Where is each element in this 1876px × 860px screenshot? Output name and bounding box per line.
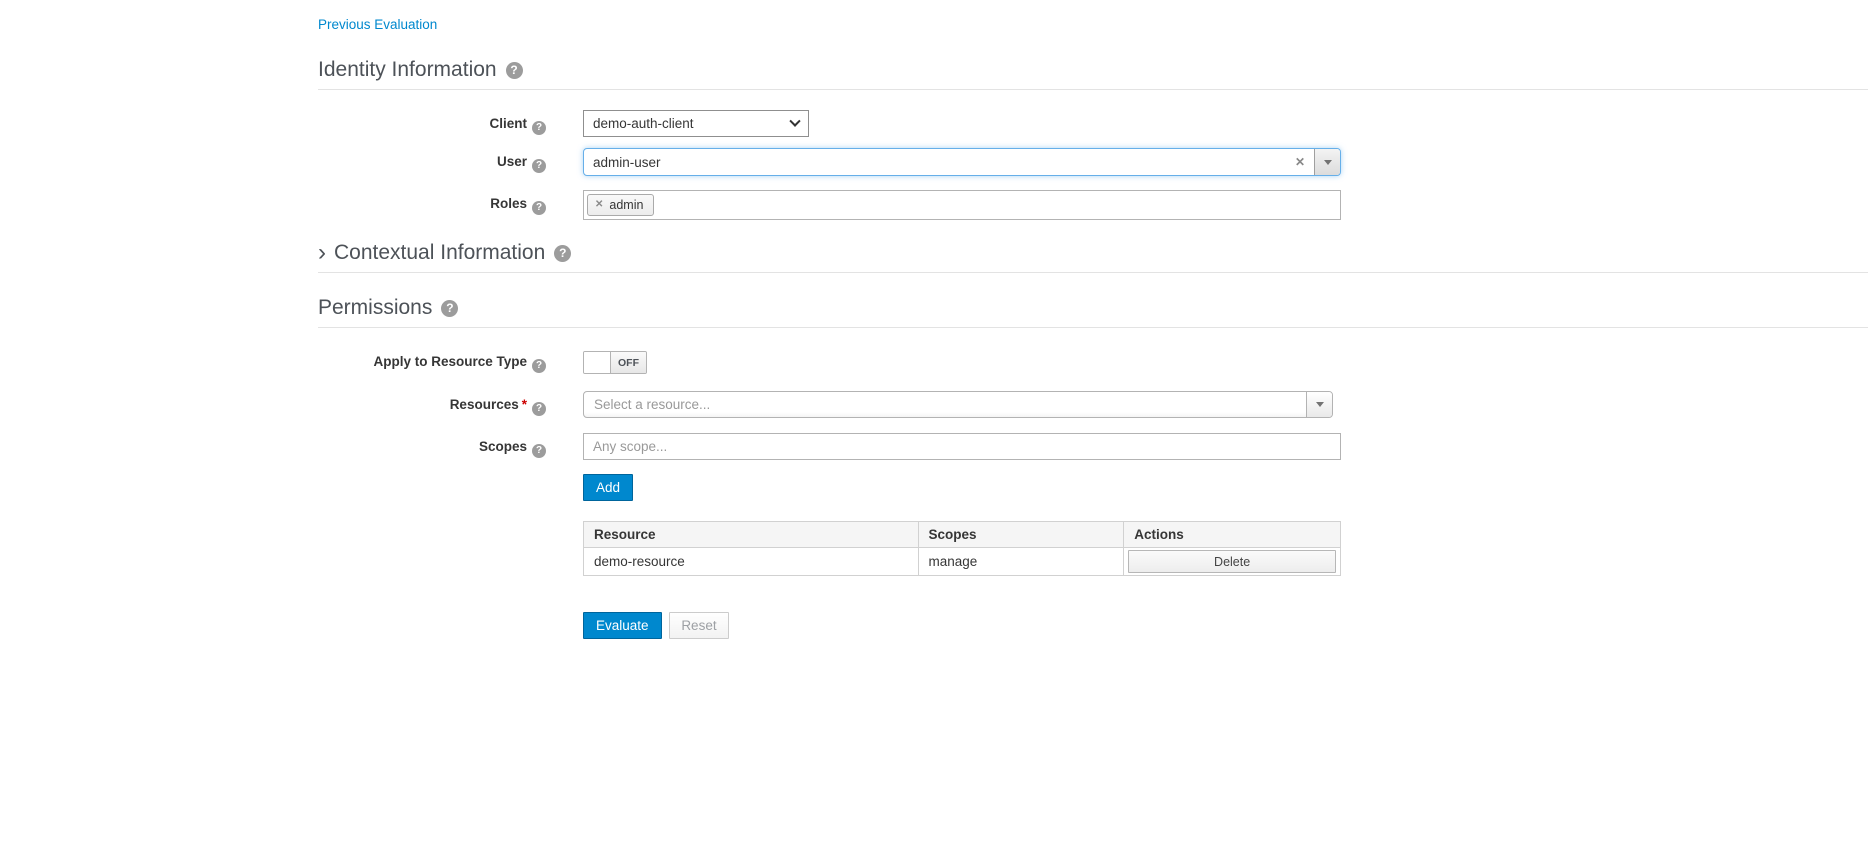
scopes-label: Scopes: [479, 439, 527, 454]
clear-icon[interactable]: ✕: [1295, 156, 1305, 168]
evaluate-button[interactable]: Evaluate: [583, 612, 662, 639]
chevron-down-icon: [789, 115, 800, 126]
user-label: User: [497, 154, 527, 169]
role-tag: ✕ admin: [587, 194, 654, 216]
table-row: demo-resource manage Delete: [584, 548, 1341, 576]
user-row: User? ✕: [318, 148, 1868, 176]
resources-label: Resources: [450, 397, 519, 412]
apply-to-resource-type-row: Apply to Resource Type? OFF: [318, 351, 1868, 374]
permissions-table: Resource Scopes Actions demo-resource ma…: [583, 521, 1341, 576]
client-select[interactable]: demo-auth-client: [583, 110, 809, 137]
section-divider: [318, 327, 1868, 328]
delete-button[interactable]: Delete: [1128, 550, 1336, 573]
remove-tag-icon[interactable]: ✕: [595, 200, 603, 210]
chevron-right-icon: ›: [318, 243, 326, 263]
help-icon[interactable]: ?: [532, 402, 546, 416]
user-search-input[interactable]: [584, 149, 1295, 175]
section-divider: [318, 272, 1868, 273]
roles-row: Roles? ✕ admin: [318, 190, 1868, 220]
footer-actions-row: Evaluate Reset: [318, 612, 1868, 639]
roles-label: Roles: [490, 196, 527, 211]
resources-placeholder: Select a resource...: [584, 392, 1306, 417]
resource-column-header: Resource: [584, 522, 919, 548]
required-marker: *: [522, 397, 527, 412]
client-control-cell: demo-auth-client: [583, 110, 809, 137]
roles-label-cell: Roles?: [318, 190, 546, 215]
chevron-down-icon: [1324, 160, 1332, 165]
apply-to-resource-type-control-cell: OFF: [583, 351, 647, 374]
policy-evaluate-page: Previous Evaluation Identity Information…: [318, 0, 1868, 639]
user-select: ✕: [583, 148, 1341, 176]
help-icon[interactable]: ?: [532, 159, 546, 173]
contextual-information-title: Contextual Information: [334, 241, 545, 265]
chevron-down-icon: [1316, 402, 1324, 407]
add-button[interactable]: Add: [583, 474, 633, 501]
user-control-cell: ✕: [583, 148, 1341, 176]
apply-to-resource-type-label: Apply to Resource Type: [373, 354, 527, 369]
table-header-row: Resource Scopes Actions: [584, 522, 1341, 548]
toggle-state-label: OFF: [611, 352, 646, 373]
help-icon[interactable]: ?: [532, 121, 546, 135]
section-divider: [318, 89, 1868, 90]
help-icon[interactable]: ?: [554, 245, 571, 262]
help-icon[interactable]: ?: [532, 359, 546, 373]
permissions-title: Permissions: [318, 296, 432, 320]
help-icon[interactable]: ?: [532, 444, 546, 458]
resources-dropdown-toggle[interactable]: [1306, 392, 1332, 417]
client-row: Client? demo-auth-client: [318, 110, 1868, 137]
scopes-cell: manage: [918, 548, 1124, 576]
add-row: Add: [318, 474, 1868, 501]
scopes-column-header: Scopes: [918, 522, 1124, 548]
scopes-row: Scopes?: [318, 433, 1868, 460]
reset-button[interactable]: Reset: [669, 612, 728, 639]
permissions-table-row: Resource Scopes Actions demo-resource ma…: [318, 521, 1868, 576]
roles-multiselect[interactable]: ✕ admin: [583, 190, 1341, 220]
scopes-control-cell: [583, 433, 1341, 460]
scopes-input[interactable]: [583, 433, 1341, 460]
actions-column-header: Actions: [1124, 522, 1341, 548]
identity-information-heading: Identity Information ?: [318, 58, 1868, 82]
role-tag-label: admin: [609, 198, 643, 212]
resources-select[interactable]: Select a resource...: [583, 391, 1333, 418]
client-label: Client: [489, 116, 527, 131]
client-label-cell: Client?: [318, 110, 546, 135]
user-label-cell: User?: [318, 148, 546, 173]
resource-cell: demo-resource: [584, 548, 919, 576]
toggle-handle: [584, 352, 611, 373]
apply-to-resource-type-toggle[interactable]: OFF: [583, 351, 647, 374]
apply-to-resource-type-label-cell: Apply to Resource Type?: [318, 351, 546, 373]
user-dropdown-toggle[interactable]: [1314, 149, 1340, 175]
contextual-information-heading[interactable]: › Contextual Information ?: [318, 241, 1868, 265]
identity-information-title: Identity Information: [318, 58, 497, 82]
help-icon[interactable]: ?: [532, 201, 546, 215]
actions-cell: Delete: [1124, 548, 1341, 576]
help-icon[interactable]: ?: [506, 62, 523, 79]
resources-row: Resources*? Select a resource...: [318, 391, 1868, 418]
permissions-heading: Permissions ?: [318, 296, 1868, 320]
roles-control-cell: ✕ admin: [583, 190, 1341, 220]
help-icon[interactable]: ?: [441, 300, 458, 317]
previous-evaluation-link[interactable]: Previous Evaluation: [318, 17, 437, 32]
client-select-value: demo-auth-client: [593, 116, 694, 131]
resources-label-cell: Resources*?: [318, 391, 546, 416]
resources-control-cell: Select a resource...: [583, 391, 1333, 418]
scopes-label-cell: Scopes?: [318, 433, 546, 458]
